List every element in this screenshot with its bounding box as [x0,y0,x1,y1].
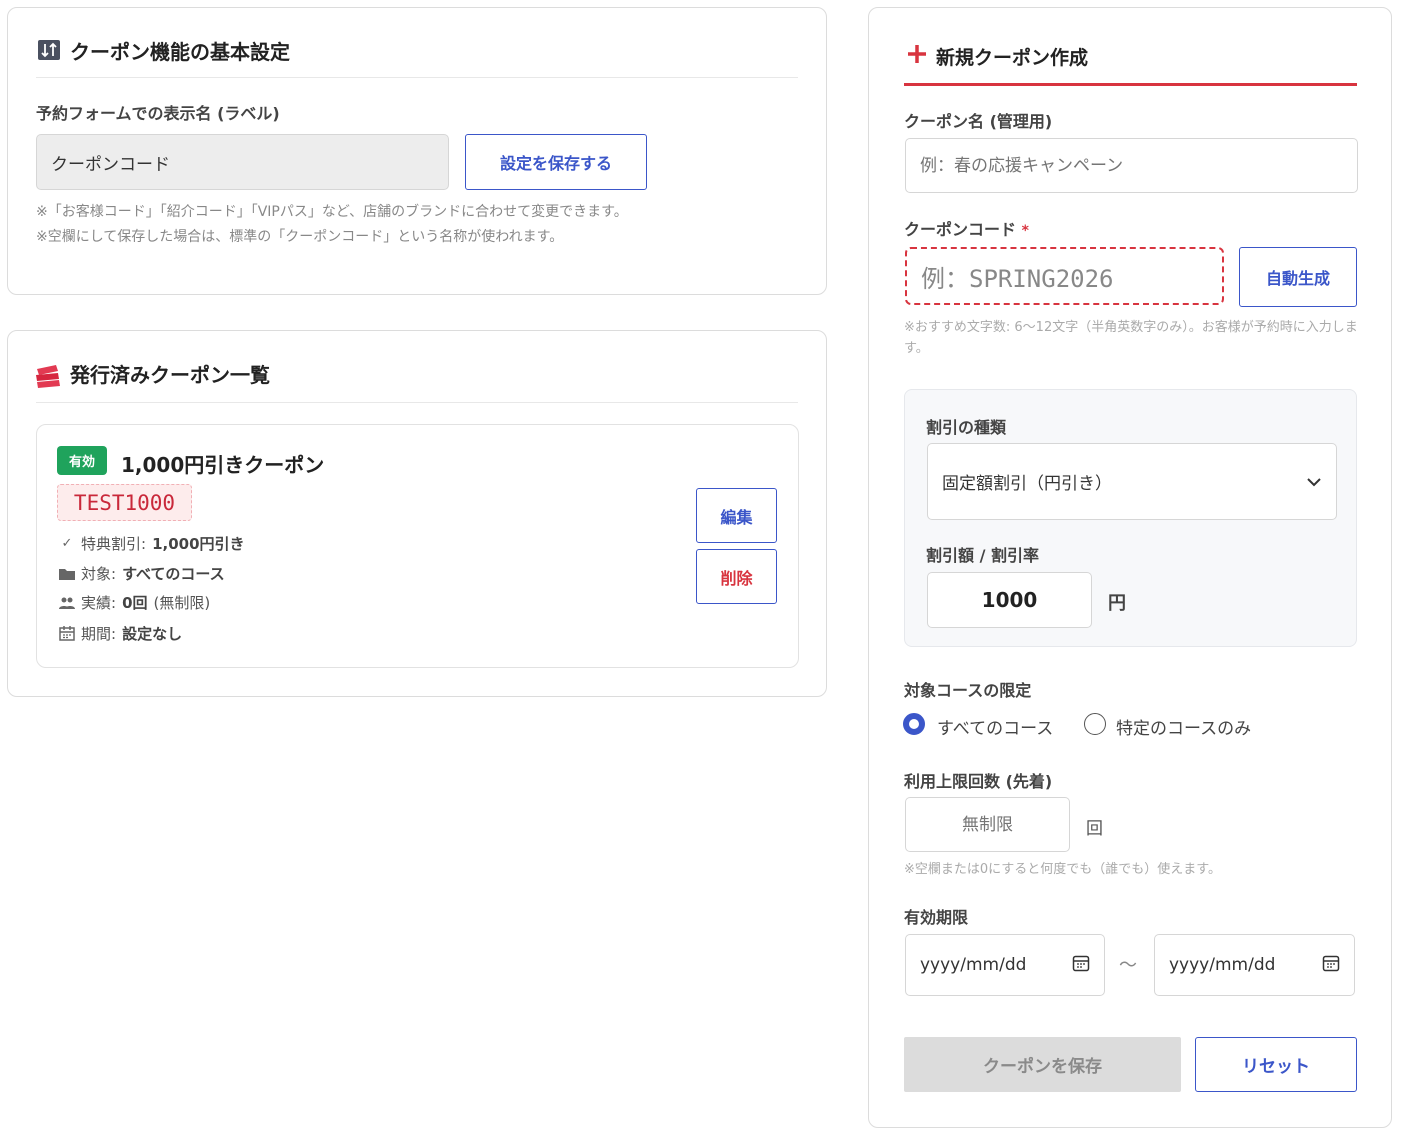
autogen-button[interactable]: 自動生成 [1239,247,1357,307]
radio-all-courses-label[interactable]: すべてのコース [937,714,1053,739]
status-badge: 有効 [57,446,107,475]
sort-settings-icon [38,40,60,60]
users-icon [59,596,75,610]
coupon-code-input[interactable]: 例：SPRING2026 [905,247,1224,305]
discount-unit: 円 [1108,593,1126,614]
calendar-icon[interactable] [1322,954,1340,977]
usage-limit-unit: 回 [1086,819,1103,839]
tickets-icon [34,363,62,389]
coupon-usage: 実績: 0回 (無制限) [59,592,210,613]
coupon-list-card: 発行済みクーポン一覧 有効 1,000円引きクーポン TEST1000 ✓ 特典… [7,330,827,697]
code-note: ※おすすめ文字数: 6〜12文字（半角英数字のみ）。お客様が予約時に入力します。 [904,320,1358,356]
plus-icon [907,44,927,64]
settings-note-2: ※空欄にして保存した場合は、標準の「クーポンコード」という名称が使われます。 [36,229,564,245]
list-title: 発行済みクーポン一覧 [70,363,270,387]
check-icon: ✓ [61,536,73,551]
calendar-icon[interactable] [1072,954,1090,977]
end-date-placeholder: yyyy/mm/dd [1169,955,1276,975]
discount-type-select[interactable]: 固定額割引（円引き） [927,443,1337,520]
coupon-target: 対象: すべてのコース [59,563,225,584]
target-value: すべてのコース [122,565,225,583]
target-course-label: 対象コースの限定 [904,681,1032,700]
usage-limit-label: 利用上限回数 (先着) [904,772,1053,791]
new-coupon-card: 新規クーポン作成 クーポン名 (管理用) クーポンコード * 例：SPRING2… [868,7,1392,1128]
label-input-value: クーポンコード [51,154,170,175]
usage-label: 実績: [81,594,117,612]
usage-extra: (無制限) [153,594,211,612]
reset-button[interactable]: リセット [1195,1037,1357,1092]
settings-title: クーポン機能の基本設定 [70,40,290,64]
radio-all-courses[interactable] [903,713,925,735]
discount-type-label: 割引の種類 [926,418,1007,437]
folder-icon [59,568,75,580]
label-input[interactable]: クーポンコード [36,134,449,190]
coupon-name-label: クーポン名 (管理用) [904,112,1053,131]
benefit-label: 特典割引: [81,535,147,553]
save-coupon-button[interactable]: クーポンを保存 [904,1037,1181,1092]
target-label: 対象: [81,565,117,583]
edit-coupon-button[interactable]: 編集 [696,488,777,543]
usage-value: 0回 [122,594,148,612]
discount-amount-value: 1000 [981,588,1038,612]
coupon-name-input[interactable] [905,138,1358,193]
discount-amount-input[interactable]: 1000 [927,572,1092,628]
discount-type-value: 固定額割引（円引き） [942,474,1112,494]
discount-amount-label: 割引額 / 割引率 [926,546,1039,565]
usage-limit-input[interactable] [905,797,1070,852]
discount-box: 割引の種類 固定額割引（円引き） 割引額 / 割引率 1000 円 [904,389,1357,647]
required-mark: * [1021,223,1029,239]
coupon-code-label-text: クーポンコード [904,220,1017,239]
start-date-placeholder: yyyy/mm/dd [920,955,1027,975]
calendar-icon [59,626,75,641]
coupon-item: 有効 1,000円引きクーポン TEST1000 ✓ 特典割引: 1,000円引… [36,424,799,668]
coupon-settings-card: クーポン機能の基本設定 予約フォームでの表示名 (ラベル) クーポンコード 設定… [7,7,827,295]
form-title: 新規クーポン作成 [936,47,1089,69]
save-settings-button[interactable]: 設定を保存する [465,134,647,190]
coupon-code-placeholder: 例：SPRING2026 [921,264,1114,293]
coupon-code: TEST1000 [57,484,192,521]
chevron-down-icon [1306,472,1322,492]
label-field-label: 予約フォームでの表示名 (ラベル) [36,104,280,123]
coupon-period: 期間: 設定なし [59,623,182,644]
period-label: 期間: [81,625,117,643]
radio-specific-courses-label[interactable]: 特定のコースのみ [1116,714,1251,739]
delete-coupon-button[interactable]: 削除 [696,549,777,604]
usage-limit-note: ※空欄または0にすると何度でも（誰でも）使えます。 [904,862,1221,877]
start-date-input[interactable]: yyyy/mm/dd [905,934,1105,996]
period-value: 設定なし [122,625,183,643]
coupon-name: 1,000円引きクーポン [121,453,325,477]
date-range-separator: 〜 [1119,955,1137,976]
period-label: 有効期限 [904,908,969,927]
coupon-code-label: クーポンコード * [904,216,1029,240]
benefit-value: 1,000円引き [152,535,245,553]
settings-note-1: ※「お客様コード」「紹介コード」「VIPパス」など、店舗のブランドに合わせて変更… [36,204,628,220]
radio-specific-courses[interactable] [1084,713,1106,735]
end-date-input[interactable]: yyyy/mm/dd [1154,934,1355,996]
coupon-benefit: ✓ 特典割引: 1,000円引き [59,533,245,554]
